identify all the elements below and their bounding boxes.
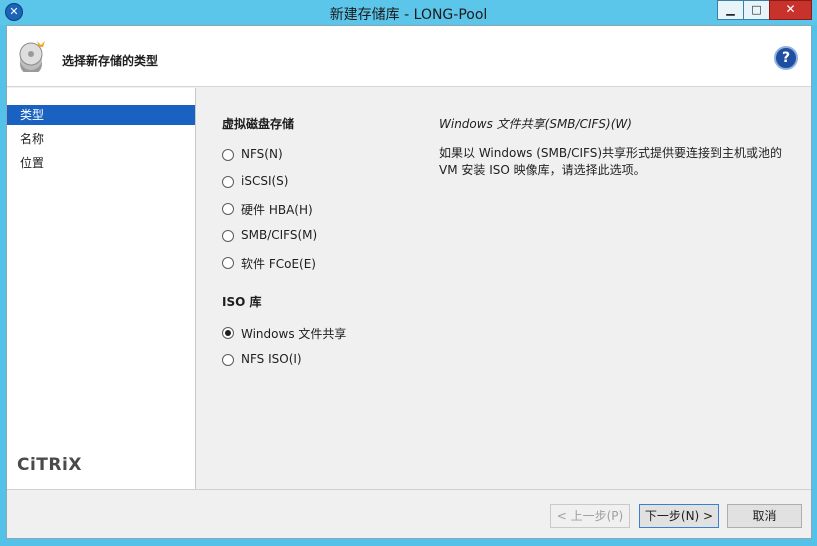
radio-label[interactable]: 硬件 HBA(H)	[241, 201, 313, 218]
radio-label[interactable]: iSCSI(S)	[241, 174, 288, 188]
radio-button[interactable]	[222, 354, 234, 366]
wizard-sidebar: 类型 名称 位置 CiTRiX	[7, 88, 196, 489]
title-bar: ✕ 新建存储库 - LONG-Pool ▁ □ ✕	[0, 0, 817, 25]
wizard-footer: < 上一步(P) 下一步(N) > 取消	[7, 489, 811, 538]
next-button[interactable]: 下一步(N) >	[639, 504, 719, 528]
radio-label[interactable]: NFS ISO(I)	[241, 352, 302, 366]
sidebar-item-type[interactable]: 类型	[7, 105, 195, 125]
main-content: 虚拟磁盘存储 NFS(N) iSCSI(S) 硬件 HBA(H) SMB/CIF…	[196, 88, 811, 489]
citrix-logo: CiTRiX	[17, 455, 82, 475]
radio-button[interactable]	[222, 257, 234, 269]
cancel-button[interactable]: 取消	[727, 504, 802, 528]
description-text: 如果以 Windows (SMB/CIFS)共享形式提供要连接到主机或池的 VM…	[439, 146, 783, 177]
page-title: 选择新存储的类型	[62, 54, 159, 68]
sidebar-item-location[interactable]: 位置	[7, 153, 195, 173]
minimize-button[interactable]: ▁	[717, 0, 744, 20]
help-icon[interactable]: ?	[774, 46, 798, 70]
wizard-header: 选择新存储的类型 ?	[7, 26, 811, 87]
description-title: Windows 文件共享(SMB/CIFS)(W)	[439, 117, 632, 131]
radio-button-selected[interactable]	[222, 327, 234, 339]
radio-button[interactable]	[222, 203, 234, 215]
maximize-button[interactable]: □	[743, 0, 770, 20]
close-button[interactable]: ✕	[769, 0, 812, 20]
radio-button[interactable]	[222, 149, 234, 161]
radio-button[interactable]	[222, 176, 234, 188]
wizard-window: 选择新存储的类型 ? 类型 名称 位置 CiTRiX 虚拟磁盘存储 NFS(N)…	[6, 25, 812, 539]
disk-icon	[19, 41, 45, 72]
sidebar-item-name[interactable]: 名称	[7, 129, 195, 149]
radio-label[interactable]: SMB/CIFS(M)	[241, 228, 317, 242]
window-title: 新建存储库 - LONG-Pool	[329, 7, 488, 23]
radio-button[interactable]	[222, 230, 234, 242]
radio-label[interactable]: NFS(N)	[241, 147, 283, 161]
back-button[interactable]: < 上一步(P)	[550, 504, 630, 528]
radio-label[interactable]: Windows 文件共享	[241, 325, 346, 342]
virtual-disk-section-title: 虚拟磁盘存储	[222, 117, 295, 131]
iso-section-title: ISO 库	[222, 295, 262, 309]
radio-label[interactable]: 软件 FCoE(E)	[241, 255, 316, 272]
